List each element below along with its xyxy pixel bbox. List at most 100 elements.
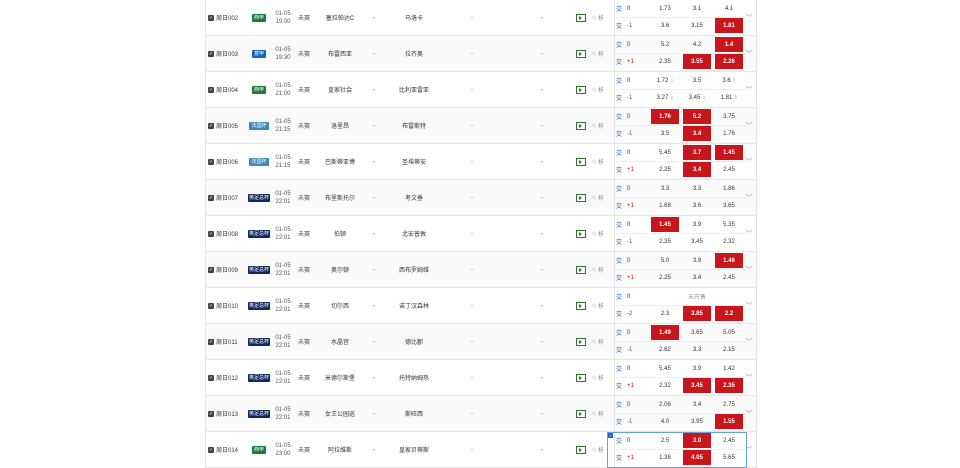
checkbox-checked-icon[interactable]: ✓ [208,158,214,165]
analysis-link[interactable]: 析 [592,121,604,130]
league-badge[interactable]: 西甲 [251,85,266,94]
row-checkbox[interactable]: ✓ [208,144,216,179]
expand-chevron-icon[interactable]: ﹀ [744,180,754,215]
odds-draw[interactable]: 3.0 [683,433,711,448]
league-badge[interactable]: 英足总杯 [248,265,270,274]
home-team[interactable]: 布里斯托尔 [318,180,362,215]
away-team[interactable]: 皇家贝蒂斯 [388,432,440,467]
trade-button[interactable]: 交 [615,378,623,393]
odds-win[interactable]: 1.68 [651,198,679,213]
odds-win[interactable]: 5.45 [651,145,679,160]
trade-button[interactable]: 交 [615,217,623,232]
home-team[interactable]: 奥尔顿 [318,252,362,287]
live-video-icon[interactable] [576,337,586,346]
checkbox-checked-icon[interactable]: ✓ [208,14,214,21]
live-video-icon[interactable] [576,85,586,94]
row-checkbox[interactable]: ✓ [208,252,216,287]
odds-lose[interactable]: 1.81 ↑ [715,90,743,105]
home-team[interactable]: 女王公园巡 [318,396,362,431]
trade-button[interactable]: 交 [615,253,623,268]
odds-lose[interactable]: 3.6 ↑ [715,73,743,88]
trade-button[interactable]: 交 [615,397,623,412]
live-video-icon[interactable] [576,193,586,202]
odds-win[interactable]: 2.06 [651,397,679,412]
expand-chevron-icon[interactable]: ﹀ [744,72,754,107]
odds-win[interactable]: 3.27 ↓ [651,90,679,105]
row-checkbox[interactable]: ✓ [208,108,216,143]
odds-draw[interactable]: 3.9 [683,253,711,268]
odds-lose[interactable]: 1.86 [715,181,743,196]
expand-chevron-icon[interactable]: ﹀ [744,288,754,323]
analysis-link[interactable]: 析 [592,445,604,454]
odds-draw[interactable]: 3.4 [683,270,711,285]
odds-win[interactable]: 3.3 [651,181,679,196]
odds-lose[interactable]: 1.81 [715,18,743,33]
away-team[interactable]: 考文垂 [388,180,440,215]
away-team[interactable]: 圣埃蒂安 [388,144,440,179]
away-team[interactable]: 马洛卡 [388,0,440,35]
odds-lose[interactable]: 1.46 [715,253,743,268]
home-team[interactable]: 阿拉维斯 [318,432,362,467]
row-checkbox[interactable]: ✓ [208,216,216,251]
odds-win[interactable]: 2.35 [651,54,679,69]
odds-win[interactable]: 2.32 [651,378,679,393]
expand-chevron-icon[interactable]: ﹀ [744,216,754,251]
odds-win[interactable]: 5.45 [651,361,679,376]
odds-lose[interactable]: 2.2 [715,306,743,321]
expand-chevron-icon[interactable]: ﹀ [744,396,754,431]
trade-button[interactable]: 交 [615,90,623,105]
checkbox-checked-icon[interactable]: ✓ [208,338,214,345]
checkbox-checked-icon[interactable]: ✓ [208,446,214,453]
odds-win[interactable]: 1.38 [651,450,679,465]
row-checkbox[interactable]: ✓ [208,0,216,35]
trade-button[interactable]: 交 [615,1,623,16]
league-badge[interactable]: 西甲 [251,445,266,454]
expand-chevron-icon[interactable]: ﹀ [744,252,754,287]
away-team[interactable]: 西布罗姆维 [388,252,440,287]
row-checkbox[interactable]: ✓ [208,36,216,71]
odds-lose[interactable]: 2.35 [715,378,743,393]
expand-chevron-icon[interactable]: ﹀ [744,36,754,71]
checkbox-checked-icon[interactable]: ✓ [208,302,214,309]
league-badge[interactable]: 意甲 [251,49,266,58]
odds-win[interactable]: 1.73 [651,1,679,16]
checkbox-checked-icon[interactable]: ✓ [208,410,214,417]
checkbox-checked-icon[interactable]: ✓ [208,230,214,237]
trade-button[interactable]: 交 [615,54,623,69]
trade-button[interactable]: 交 [615,361,623,376]
row-checkbox[interactable]: ✓ [208,72,216,107]
odds-lose[interactable]: 2.75 [715,397,743,412]
home-team[interactable]: 水晶宫 [318,324,362,359]
away-team[interactable]: 拉齐奥 [388,36,440,71]
home-team[interactable]: 洛里昂 [318,108,362,143]
expand-chevron-icon[interactable]: ﹀ [744,360,754,395]
odds-draw[interactable]: 4.2 [683,37,711,52]
odds-lose[interactable]: 3.65 [715,198,743,213]
odds-draw[interactable]: 3.7 [683,145,711,160]
odds-win[interactable]: 1.45 [651,217,679,232]
odds-win[interactable]: 1.72 ↓ [651,73,679,88]
odds-lose[interactable]: 5.65 [715,450,743,465]
league-badge[interactable]: 英足总杯 [248,193,270,202]
expand-chevron-icon[interactable]: ﹀ [744,108,754,143]
live-video-icon[interactable] [576,121,586,130]
odds-lose[interactable]: 1.4 [715,37,743,52]
trade-button[interactable]: 交 [615,145,623,160]
odds-lose[interactable]: 2.32 [715,234,743,249]
odds-draw[interactable]: 3.55 [683,54,711,69]
home-team[interactable]: 伯顿 [318,216,362,251]
home-team[interactable]: 巴斯蒂亚博 [318,144,362,179]
analysis-link[interactable]: 析 [592,373,604,382]
odds-win[interactable]: 4.0 [651,414,679,429]
odds-draw[interactable]: 3.15 [683,18,711,33]
odds-draw[interactable]: 3.4 [683,162,711,177]
home-team[interactable]: 塞拉帕达C [318,0,362,35]
odds-lose[interactable]: 2.15 [715,342,743,357]
analysis-link[interactable]: 析 [592,49,604,58]
odds-win[interactable]: 2.62 [651,342,679,357]
live-video-icon[interactable] [576,13,586,22]
odds-win[interactable]: 3.6 [651,18,679,33]
row-checkbox[interactable]: ✓ [208,180,216,215]
analysis-link[interactable]: 析 [592,13,604,22]
away-team[interactable]: 斯旺西 [388,396,440,431]
